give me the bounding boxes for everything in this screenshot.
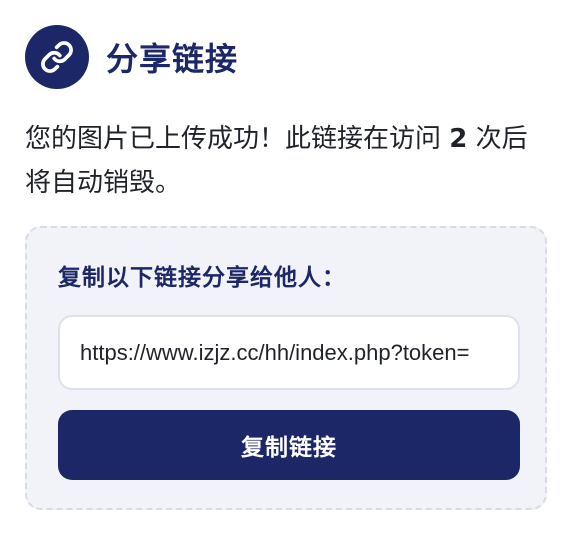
share-header: 分享链接 xyxy=(25,25,238,89)
visit-count: 2 xyxy=(449,124,468,154)
share-box: 复制以下链接分享给他人： 复制链接 xyxy=(25,226,547,510)
share-label: 复制以下链接分享给他人： xyxy=(58,265,346,291)
page-title: 分享链接 xyxy=(106,40,239,78)
share-description: 您的图片已上传成功！此链接在访问 2 次后将自动销毁。 xyxy=(25,117,545,205)
link-icon xyxy=(25,25,89,89)
description-text-before: 您的图片已上传成功！此链接在访问 xyxy=(25,124,450,154)
share-url-input[interactable] xyxy=(58,315,520,390)
copy-link-button[interactable]: 复制链接 xyxy=(58,410,520,480)
share-link-panel: 分享链接 您的图片已上传成功！此链接在访问 2 次后将自动销毁。 复制以下链接分… xyxy=(0,0,571,536)
